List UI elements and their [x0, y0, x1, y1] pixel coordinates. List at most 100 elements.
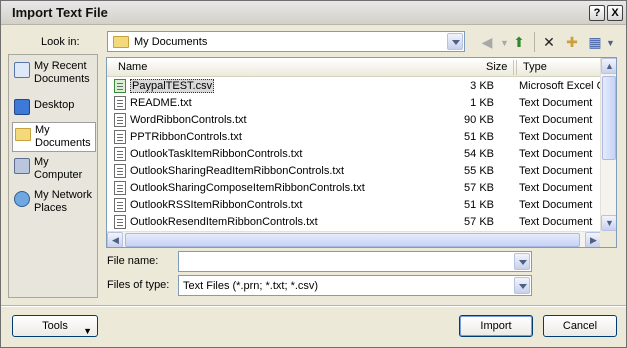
dialog-title: Import Text File — [12, 5, 108, 20]
place-network-places[interactable]: My Network Places — [12, 189, 96, 219]
back-dropdown-icon[interactable]: ▼ — [500, 38, 509, 48]
back-icon[interactable]: ◀ — [477, 32, 497, 52]
column-type-header[interactable]: Type — [523, 61, 547, 73]
excel-file-icon — [114, 79, 126, 93]
chevron-down-icon[interactable] — [447, 33, 463, 50]
title-bar[interactable]: Import Text File ? X — [1, 1, 626, 25]
file-size: 3 KB — [470, 80, 494, 92]
views-dropdown-icon[interactable]: ▼ — [606, 38, 615, 48]
column-size-header[interactable]: Size — [486, 61, 507, 73]
place-my-documents[interactable]: My Documents — [12, 122, 96, 152]
look-in-label: Look in: — [41, 36, 80, 48]
file-type: Text Document — [519, 114, 593, 126]
column-divider[interactable] — [513, 60, 514, 75]
import-text-file-dialog: Import Text File ? X Look in: My Documen… — [0, 0, 627, 348]
text-file-icon — [114, 113, 126, 127]
cancel-button[interactable]: Cancel — [543, 315, 617, 337]
place-label: My Documents — [35, 124, 91, 149]
up-one-level-icon[interactable]: ⬆ — [509, 32, 529, 52]
file-type: Text Document — [519, 165, 593, 177]
files-of-type-dropdown[interactable]: Text Files (*.prn; *.txt; *.csv) — [178, 275, 532, 296]
delete-icon[interactable]: ✕ — [539, 32, 559, 52]
text-file-icon — [114, 130, 126, 144]
network-places-icon — [14, 191, 30, 207]
text-file-icon — [114, 215, 126, 229]
tools-button[interactable]: Tools ▼ — [12, 315, 98, 337]
horizontal-scroll-thumb[interactable] — [125, 233, 580, 247]
file-type: Microsoft Excel C — [519, 80, 605, 92]
vertical-scrollbar[interactable]: ▲ ▼ — [600, 58, 616, 231]
file-row[interactable]: OutlookSharingReadItemRibbonControls.txt… — [107, 163, 603, 180]
chevron-down-icon[interactable] — [514, 277, 530, 294]
file-name: PaypalTEST.csv — [130, 79, 215, 93]
file-row[interactable]: OutlookResendItemRibbonControls.txt 57 K… — [107, 214, 603, 231]
divider — [1, 305, 626, 306]
import-button[interactable]: Import — [459, 315, 533, 337]
file-name: README.txt — [130, 97, 192, 109]
file-row[interactable]: PaypalTEST.csv 3 KB Microsoft Excel C — [107, 78, 605, 95]
file-name: OutlookSharingReadItemRibbonControls.txt — [130, 165, 345, 177]
file-name-input[interactable] — [178, 251, 532, 272]
close-button[interactable]: X — [607, 5, 623, 21]
file-type: Text Document — [519, 131, 593, 143]
place-recent-documents[interactable]: My Recent Documents — [12, 60, 96, 90]
look-in-value: My Documents — [134, 36, 208, 48]
file-size: 90 KB — [464, 114, 494, 126]
place-my-computer[interactable]: My Computer — [12, 156, 96, 186]
tools-dropdown-icon: ▼ — [83, 326, 92, 336]
file-size: 54 KB — [464, 148, 494, 160]
file-name: OutlookTaskItemRibbonControls.txt — [130, 148, 303, 160]
file-row[interactable]: WordRibbonControls.txt 90 KB Text Docume… — [107, 112, 603, 129]
vertical-scroll-thumb[interactable] — [602, 76, 616, 160]
desktop-icon — [14, 99, 30, 115]
recent-documents-icon — [14, 62, 30, 78]
files-of-type-label: Files of type: — [107, 279, 170, 291]
file-size: 51 KB — [464, 131, 494, 143]
file-row[interactable]: OutlookSharingComposeItemRibbonControls.… — [107, 180, 603, 197]
files-of-type-value: Text Files (*.prn; *.txt; *.csv) — [183, 280, 319, 292]
column-name-header[interactable]: Name — [118, 61, 147, 73]
horizontal-scrollbar[interactable]: ◀ ▶ — [107, 231, 603, 247]
file-name: WordRibbonControls.txt — [130, 114, 247, 126]
file-row[interactable]: PPTRibbonControls.txt 51 KB Text Documen… — [107, 129, 603, 146]
file-name: PPTRibbonControls.txt — [130, 131, 242, 143]
file-type: Text Document — [519, 148, 593, 160]
file-list-header: Name Size Type — [107, 58, 603, 77]
my-documents-icon — [15, 128, 31, 141]
toolbar-divider — [534, 32, 535, 52]
file-name-label: File name: — [107, 255, 159, 267]
file-row[interactable]: OutlookRSSItemRibbonControls.txt 51 KB T… — [107, 197, 603, 214]
column-divider[interactable] — [516, 60, 517, 75]
file-type: Text Document — [519, 199, 593, 211]
scroll-right-button[interactable]: ▶ — [585, 232, 601, 247]
scrollbar-corner — [600, 231, 616, 247]
views-icon[interactable]: ▦ — [585, 32, 605, 52]
file-row[interactable]: OutlookTaskItemRibbonControls.txt 54 KB … — [107, 146, 603, 163]
text-file-icon — [114, 147, 126, 161]
places-bar: My Recent Documents Desktop My Documents… — [8, 54, 98, 298]
place-label: Desktop — [34, 99, 75, 111]
place-label: My Computer — [34, 156, 83, 181]
new-folder-icon[interactable]: ✚ — [562, 32, 582, 52]
text-file-icon — [114, 198, 126, 212]
file-size: 51 KB — [464, 199, 494, 211]
file-type: Text Document — [519, 216, 593, 228]
file-row[interactable]: README.txt 1 KB Text Document — [107, 95, 603, 112]
file-size: 57 KB — [464, 182, 494, 194]
file-name: OutlookSharingComposeItemRibbonControls.… — [130, 182, 365, 194]
tools-label: Tools — [42, 320, 68, 332]
place-label: My Network Places — [34, 189, 93, 214]
folder-icon — [113, 36, 129, 48]
file-list[interactable]: Name Size Type PaypalTEST.csv 3 KB Micro… — [106, 57, 617, 248]
look-in-dropdown[interactable]: My Documents — [107, 31, 465, 52]
help-button[interactable]: ? — [589, 5, 605, 21]
file-type: Text Document — [519, 182, 593, 194]
scroll-up-button[interactable]: ▲ — [601, 58, 616, 74]
scroll-down-button[interactable]: ▼ — [601, 215, 616, 231]
scroll-left-button[interactable]: ◀ — [107, 232, 123, 247]
place-desktop[interactable]: Desktop — [12, 97, 96, 115]
file-name: OutlookRSSItemRibbonControls.txt — [130, 199, 303, 211]
chevron-down-icon[interactable] — [514, 253, 530, 270]
file-type: Text Document — [519, 97, 593, 109]
file-size: 1 KB — [470, 97, 494, 109]
